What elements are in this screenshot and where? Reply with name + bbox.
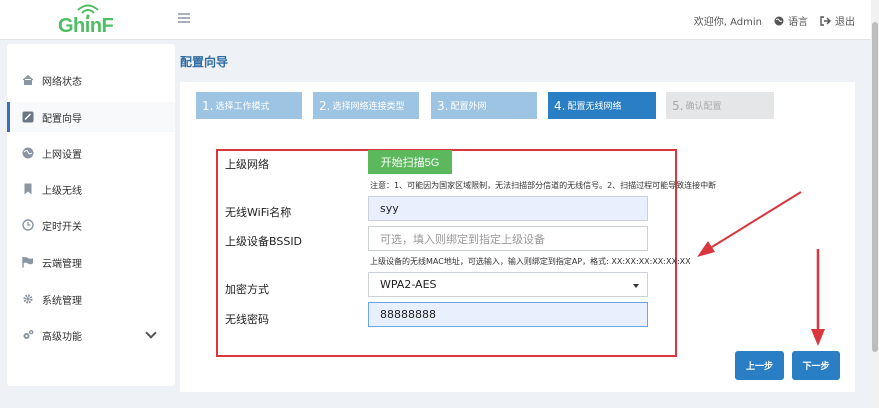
chevron-down-icon[interactable] <box>145 327 157 339</box>
sidebar-item-label: 云端管理 <box>42 258 82 270</box>
wizard-icon <box>22 111 34 123</box>
caret-down-icon <box>633 284 639 288</box>
gears-icon <box>23 330 34 339</box>
wizard-step-2[interactable]: 2. 选择网络连接类型 <box>313 92 419 119</box>
logout-button[interactable]: 退出 <box>820 13 855 28</box>
sidebar-item-label: 定时开关 <box>42 221 82 233</box>
wifi-name-input[interactable]: syy <box>368 196 648 221</box>
wizard-step-4[interactable]: 4. 配置无线网络 <box>548 92 656 119</box>
welcome-text: 欢迎你, Admin <box>693 17 762 28</box>
sidebar-item-label: 上级无线 <box>42 185 82 197</box>
globe-icon <box>22 147 34 159</box>
language-button[interactable]: 语言 <box>774 13 808 28</box>
sidebar-item-label: 高级功能 <box>42 331 82 343</box>
scrollbar-thumb[interactable] <box>872 22 878 352</box>
next-step-button[interactable]: 下一步 <box>792 351 840 380</box>
sidebar-item-label: 上网设置 <box>42 149 82 161</box>
password-label: 无线密码 <box>225 313 269 326</box>
encryption-label: 加密方式 <box>225 283 269 296</box>
sidebar-item-advanced-features[interactable]: 高级功能 <box>7 320 175 350</box>
menu-toggle-icon[interactable] <box>178 13 190 23</box>
scan-note: 注意：1、可能因为国家区域限制，无法扫描部分信道的无线信号。2、扫描过程可能导致… <box>370 181 717 190</box>
scan-5g-button[interactable]: 开始扫描5G <box>368 150 452 174</box>
top-bar: GhinF 欢迎你, Admin 语言 退出 <box>0 0 879 40</box>
prev-step-button[interactable]: 上一步 <box>735 351 784 380</box>
page-title: 配置向导 <box>180 55 229 69</box>
sidebar-item-config-wizard[interactable]: 配置向导 <box>7 102 175 132</box>
globe-icon <box>774 16 784 25</box>
wifi-name-label: 无线WiFi名称 <box>225 206 292 219</box>
flag-icon <box>22 257 33 268</box>
home-icon <box>22 74 34 85</box>
logout-icon <box>820 15 831 26</box>
sidebar-item-label: 网络状态 <box>42 76 82 88</box>
wizard-step-5: 5. 确认配置 <box>666 92 774 119</box>
sidebar-item-network-status[interactable]: 网络状态 <box>7 65 175 95</box>
clock-icon <box>22 219 34 231</box>
upstream-network-label: 上级网络 <box>225 158 269 171</box>
logo[interactable]: GhinF <box>58 4 118 38</box>
language-label: 语言 <box>788 17 808 28</box>
sidebar-item-internet-settings[interactable]: 上网设置 <box>7 138 175 168</box>
logo-text: GhinF <box>58 15 114 37</box>
sidebar: 网络状态 配置向导 上网设置 上级无线 定时开关 云端管理 系统管理 高级功能 <box>7 44 175 386</box>
top-right-nav: 欢迎你, Admin 语言 退出 <box>694 13 855 28</box>
gear-icon <box>23 294 33 304</box>
password-value: 88888888 <box>380 308 436 321</box>
encryption-select[interactable]: WPA2-AES <box>368 272 648 297</box>
sidebar-item-upstream-wireless[interactable]: 上级无线 <box>7 174 175 204</box>
bssid-input[interactable]: 可选，填入则绑定到指定上级设备 <box>368 226 648 251</box>
sidebar-item-label: 配置向导 <box>42 113 82 125</box>
bssid-placeholder: 可选，填入则绑定到指定上级设备 <box>380 232 545 246</box>
sidebar-item-cloud-management[interactable]: 云端管理 <box>7 247 175 277</box>
bssid-label: 上级设备BSSID <box>225 235 303 248</box>
wizard-step-1[interactable]: 1. 选择工作模式 <box>196 92 302 119</box>
sidebar-item-timer-switch[interactable]: 定时开关 <box>7 210 175 240</box>
logout-label: 退出 <box>835 17 855 28</box>
bookmark-icon <box>24 183 32 195</box>
password-input[interactable]: 88888888 <box>368 302 648 327</box>
page-scrollbar[interactable] <box>871 0 879 408</box>
encryption-value: WPA2-AES <box>380 278 437 291</box>
wifi-name-value: syy <box>380 202 399 215</box>
bssid-note: 上级设备的无线MAC地址，可选输入，输入则绑定到指定AP，格式: XX:XX:X… <box>370 257 691 266</box>
wizard-step-3[interactable]: 3. 配置外网 <box>431 92 537 119</box>
sidebar-item-system-management[interactable]: 系统管理 <box>7 284 175 314</box>
sidebar-item-label: 系统管理 <box>42 295 82 307</box>
